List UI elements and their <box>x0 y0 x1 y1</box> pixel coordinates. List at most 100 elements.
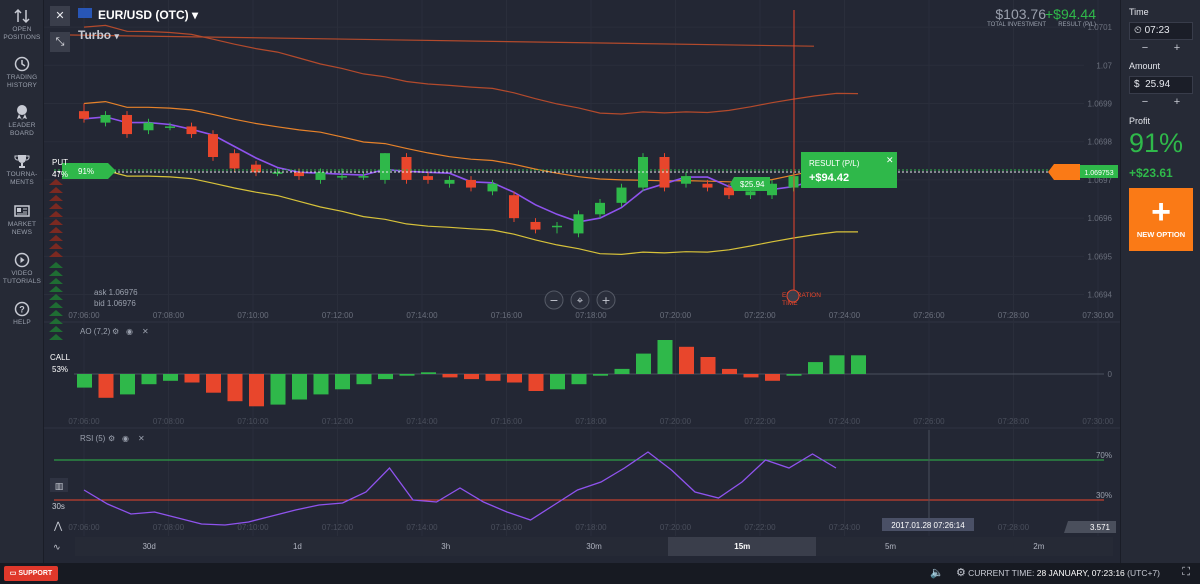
x-tick-label-rsi: 07:14:00 <box>406 523 438 532</box>
timeframe-5m[interactable]: 5m <box>816 537 965 556</box>
put-ladder-mark <box>49 251 63 257</box>
result-pl: +$94.44 RESULT (P/L) <box>1045 6 1096 28</box>
candle-body <box>423 176 433 180</box>
nav-tournaments[interactable]: TOURNA- MENTS <box>0 153 44 187</box>
ao-bar <box>227 374 243 402</box>
x-tick-label-ao: 07:26:00 <box>913 417 945 426</box>
fullscreen-chart-button[interactable]: ⤡ <box>50 32 70 52</box>
x-tick-label-ao: 07:18:00 <box>575 417 607 426</box>
candle-body <box>100 114 111 123</box>
price-chart[interactable]: 07:06:00 07:06:00 07:06:00 07:08:00 07:08:00… <box>44 0 1120 563</box>
nav-help[interactable]: ? HELP <box>0 301 44 327</box>
candle-body <box>552 225 562 228</box>
new-option-button[interactable]: + NEW OPTION <box>1129 188 1193 251</box>
call-ladder-mark <box>49 302 63 308</box>
timeframe-15m[interactable]: 15m <box>668 537 817 556</box>
x-tick-label-rsi: 07:28:00 <box>998 523 1030 532</box>
asset-selector[interactable]: EUR/USD (OTC) ▾ <box>98 8 198 22</box>
sound-icon[interactable]: 🔈 <box>930 566 944 579</box>
x-tick-label: 07:16:00 <box>491 311 523 320</box>
amount-minus-button[interactable]: − <box>1129 96 1161 108</box>
x-tick-label-rsi: 07:06:00 <box>68 523 100 532</box>
call-ladder-mark <box>49 270 63 276</box>
draw-tool-icon: ⋀ <box>53 521 63 532</box>
mode-selector[interactable]: Turbo ▾ <box>78 28 119 42</box>
nav-video-tutorials[interactable]: VIDEO TUTORIALS <box>0 252 44 286</box>
call-ladder-mark <box>49 286 63 292</box>
question-icon: ? <box>14 301 30 317</box>
ao-bar <box>163 374 178 381</box>
collapse-icon: ⤡ <box>55 36 65 48</box>
x-tick-label: 07:18:00 <box>575 311 607 320</box>
svg-text:?: ? <box>19 305 25 315</box>
nav-market-news[interactable]: MARKET NEWS <box>0 203 44 237</box>
ao-bar <box>141 374 157 385</box>
close-chart-button[interactable]: ✕ <box>50 6 70 26</box>
candle-body <box>208 134 218 157</box>
time-input[interactable]: ⏲ 07:23 <box>1129 22 1193 40</box>
call-ladder-mark <box>49 318 63 324</box>
timeframe-2m[interactable]: 2m <box>964 537 1113 556</box>
ao-bar <box>249 374 264 407</box>
put-ladder-mark <box>49 187 63 193</box>
time-minus-button[interactable]: − <box>1129 42 1161 54</box>
candle-body <box>337 176 347 178</box>
x-tick-label-rsi: 07:22:00 <box>744 523 776 532</box>
nav-trading-history[interactable]: TRADING HISTORY <box>0 56 44 90</box>
support-button[interactable]: ▭ SUPPORT <box>4 566 58 581</box>
candle-body <box>143 122 154 131</box>
status-bar: ▭ SUPPORT 🔈 ⚙ CURRENT TIME: 28 JANUARY, … <box>0 563 1200 584</box>
put-ladder-mark <box>49 227 63 233</box>
timeframe-30m[interactable]: 30m <box>519 537 669 556</box>
bar-chart-icon: ▥ <box>55 482 64 492</box>
candle-body <box>401 157 412 180</box>
x-tick-label-ao: 07:10:00 <box>237 417 269 426</box>
profit-percent: 91% <box>1129 128 1184 158</box>
x-tick-label-rsi: 07:10:00 <box>237 523 269 532</box>
x-tick-label: 07:26:00 <box>913 311 945 320</box>
amount-input[interactable]: $ 25.94 <box>1129 76 1193 94</box>
candle-body <box>616 187 627 203</box>
x-tick-label: 07:20:00 <box>660 311 692 320</box>
time-plus-button[interactable]: + <box>1161 42 1193 54</box>
chat-icon: ▭ <box>9 570 17 577</box>
candle-body <box>358 176 369 178</box>
timeframe-3h[interactable]: 3h <box>371 537 520 556</box>
ao-bar <box>356 374 372 385</box>
flag-icon <box>786 289 800 303</box>
time-label: Time <box>1129 7 1149 17</box>
timeframe-1d[interactable]: 1d <box>223 537 372 556</box>
put-ladder-mark <box>49 195 63 201</box>
gear-icon[interactable]: ⚙ <box>956 566 966 579</box>
nav-open-positions[interactable]: OPEN POSITIONS <box>0 8 44 42</box>
timeframe-30d[interactable]: 30d <box>75 537 224 556</box>
candle-body <box>724 187 734 196</box>
chart-area[interactable]: 07:06:00 07:06:00 07:06:00 07:08:00 07:08:00… <box>44 0 1120 563</box>
candle-body <box>745 191 756 196</box>
nav-leader-board[interactable]: LEADER BOARD <box>0 104 44 138</box>
candle-body <box>487 183 498 192</box>
x-tick-label-ao: 07:12:00 <box>322 417 354 426</box>
x-tick-label-ao: 07:30:00 <box>1082 417 1114 426</box>
ao-bar <box>77 374 92 388</box>
candle-body <box>165 126 175 128</box>
ao-bar <box>700 357 716 374</box>
fullscreen-icon[interactable]: ⛶ <box>1182 566 1190 579</box>
play-icon <box>14 252 30 268</box>
ao-bar <box>636 353 651 374</box>
zoom-out-button-icon: − <box>549 294 558 307</box>
timeframe-bar: 30d 1d 3h 30m 15m 5m 2m <box>75 537 1113 556</box>
put-percent: 47% <box>52 170 68 179</box>
x-tick-label: 07:08:00 <box>153 311 185 320</box>
close-icon: ✕ <box>142 327 149 336</box>
x-tick-label-ao: 07:06:00 <box>68 417 100 426</box>
candle-body <box>229 153 240 169</box>
x-tick-label-ao: 07:16:00 <box>491 417 523 426</box>
close-icon[interactable]: ✕ <box>886 156 894 166</box>
put-ladder-mark <box>49 219 63 225</box>
x-tick-label-rsi: 07:24:00 <box>829 523 861 532</box>
candle-body <box>702 183 713 188</box>
bid-price: bid 1.06976 <box>94 299 136 308</box>
amount-plus-button[interactable]: + <box>1161 96 1193 108</box>
candle-body <box>466 179 476 188</box>
